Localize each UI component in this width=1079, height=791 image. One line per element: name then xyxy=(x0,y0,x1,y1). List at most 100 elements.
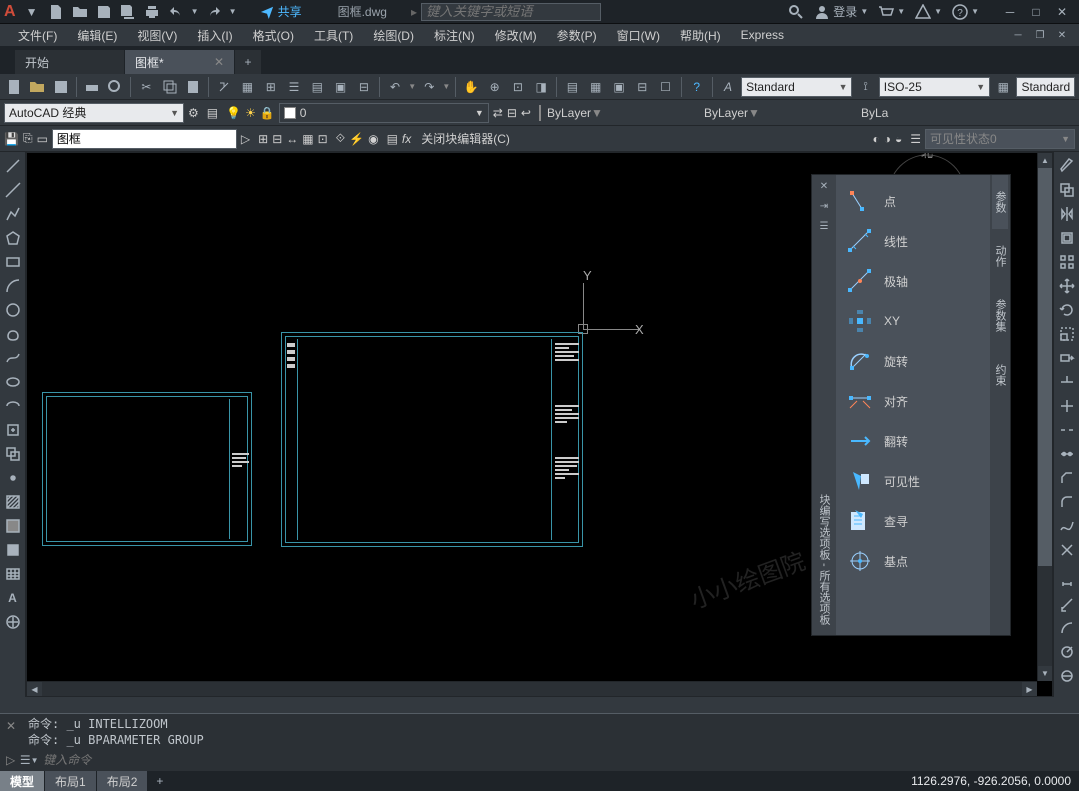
palette-tab-paramset[interactable]: 参数集 xyxy=(992,283,1008,348)
textstyle-combo[interactable]: Standard▼ xyxy=(741,77,852,97)
undo-icon[interactable] xyxy=(166,2,186,22)
menu-window[interactable]: 窗口(W) xyxy=(607,24,670,46)
mtext-icon[interactable]: A xyxy=(2,587,24,609)
layerprev-icon[interactable]: ↩ xyxy=(521,106,531,120)
toolpalette-icon[interactable]: ☰ xyxy=(284,76,304,98)
textstyle-icon[interactable]: A xyxy=(718,76,738,98)
search-icon[interactable] xyxy=(788,4,804,20)
menu-draw[interactable]: 绘图(D) xyxy=(363,24,424,46)
dim1-icon[interactable] xyxy=(1056,569,1078,591)
copy-icon[interactable] xyxy=(160,76,180,98)
open-file-icon[interactable] xyxy=(70,2,90,22)
erase-icon[interactable] xyxy=(1056,155,1078,177)
command-input[interactable] xyxy=(43,753,1073,767)
layerfreeze-icon[interactable]: ☀ xyxy=(245,106,256,120)
layerprop-icon[interactable]: ▤ xyxy=(207,106,218,120)
menu-express[interactable]: Express xyxy=(731,24,794,46)
designcenter-icon[interactable]: ⊞ xyxy=(261,76,281,98)
tab-layout1[interactable]: 布局1 xyxy=(45,771,96,791)
undo2-icon[interactable]: ↶ xyxy=(385,76,405,98)
revcloud-icon[interactable] xyxy=(2,323,24,345)
open-icon[interactable] xyxy=(27,76,47,98)
dim3-icon[interactable] xyxy=(1056,617,1078,639)
horizontal-scrollbar[interactable]: ◀▶ xyxy=(27,681,1037,696)
sheetset-icon[interactable]: ▤ xyxy=(307,76,327,98)
rotate-icon[interactable] xyxy=(1056,299,1078,321)
block-close-button[interactable]: 关闭块编辑器(C) xyxy=(415,130,516,147)
palette-tab-constraint[interactable]: 约束 xyxy=(992,348,1008,402)
saveas-icon[interactable] xyxy=(118,2,138,22)
menu-tools[interactable]: 工具(T) xyxy=(304,24,363,46)
layeron-icon[interactable]: 💡 xyxy=(226,106,241,120)
tablestyle-icon[interactable]: ▦ xyxy=(993,76,1013,98)
palette-menu-icon[interactable]: ☰ xyxy=(817,219,831,233)
dimstyle-combo[interactable]: ISO-25▼ xyxy=(879,77,990,97)
palette-item-visibility[interactable]: 可见性 xyxy=(840,461,986,501)
lineweight-combo[interactable]: ByLa xyxy=(857,106,917,120)
join-icon[interactable] xyxy=(1056,443,1078,465)
add-layout-button[interactable]: + xyxy=(148,774,171,788)
menu-help[interactable]: 帮助(H) xyxy=(670,24,731,46)
help-icon[interactable]: ?▼ xyxy=(952,4,979,20)
extend-icon[interactable] xyxy=(1056,395,1078,417)
help-search-input[interactable] xyxy=(421,3,601,21)
insert-icon[interactable] xyxy=(2,419,24,441)
menu-file[interactable]: 文件(F) xyxy=(8,24,67,46)
bmove-icon[interactable]: ↔ xyxy=(286,132,298,146)
cmdhist-close-icon[interactable]: ✕ xyxy=(6,718,16,734)
properties-icon[interactable]: ▤ xyxy=(562,76,582,98)
fillet-icon[interactable] xyxy=(1056,491,1078,513)
palette-close-icon[interactable]: ✕ xyxy=(817,179,831,193)
xline-icon[interactable] xyxy=(2,179,24,201)
sheet-icon[interactable]: ▦ xyxy=(586,76,606,98)
qat-menu-icon[interactable]: ▼ xyxy=(22,2,42,22)
redo2-icon[interactable]: ↷ xyxy=(419,76,439,98)
offset-icon[interactable] xyxy=(1056,227,1078,249)
menu-edit[interactable]: 编辑(E) xyxy=(67,24,127,46)
new-tab-button[interactable]: + xyxy=(235,50,261,74)
match-icon[interactable] xyxy=(214,76,234,98)
battr-icon[interactable]: ▦ xyxy=(302,132,313,146)
visibility-combo[interactable]: 可见性状态0▼ xyxy=(925,129,1075,149)
btest-icon[interactable]: ▷ xyxy=(241,132,250,146)
save-icon[interactable] xyxy=(94,2,114,22)
dim5-icon[interactable] xyxy=(1056,665,1078,687)
palette-item-point[interactable]: 点 xyxy=(840,181,986,221)
point-icon[interactable] xyxy=(2,467,24,489)
tab-model[interactable]: 模型 xyxy=(0,771,44,791)
palette-item-rotate[interactable]: 旋转 xyxy=(840,341,986,381)
layermatch-icon[interactable]: ⇄ xyxy=(493,106,503,120)
bvis3-icon[interactable]: ◒ xyxy=(895,132,902,146)
layer-combo[interactable]: 0 ▼ xyxy=(279,103,489,123)
line-icon[interactable] xyxy=(2,155,24,177)
bvis-icon[interactable]: ◉ xyxy=(368,132,378,146)
polygon-icon[interactable] xyxy=(2,227,24,249)
menu-view[interactable]: 视图(V) xyxy=(127,24,187,46)
autodesk-icon[interactable]: ▼ xyxy=(915,4,942,20)
blend-icon[interactable] xyxy=(1056,515,1078,537)
trim-icon[interactable] xyxy=(1056,371,1078,393)
rectangle-icon[interactable] xyxy=(2,251,24,273)
calc-icon[interactable]: ⊟ xyxy=(354,76,374,98)
addselected-icon[interactable] xyxy=(2,611,24,633)
pan-icon[interactable]: ✋ xyxy=(461,76,481,98)
workspace-combo[interactable]: AutoCAD 经典 ▼ xyxy=(4,103,184,123)
cmd-menu-icon[interactable]: ☰▼ xyxy=(21,752,37,768)
bvis1-icon[interactable]: ◐ xyxy=(872,132,879,146)
clean-icon[interactable]: ☐ xyxy=(655,76,675,98)
bsaveas-icon[interactable]: ⎘ xyxy=(23,131,33,146)
dim4-icon[interactable] xyxy=(1056,641,1078,663)
circle-icon[interactable] xyxy=(2,299,24,321)
layerstate-icon[interactable]: ⊟ xyxy=(632,76,652,98)
menu-param[interactable]: 参数(P) xyxy=(547,24,607,46)
arc-icon[interactable] xyxy=(2,275,24,297)
bconstr-icon[interactable]: ▤ xyxy=(387,132,398,146)
ellipsearc-icon[interactable] xyxy=(2,395,24,417)
cart-icon[interactable]: ▼ xyxy=(878,4,905,20)
ellipse-icon[interactable] xyxy=(2,371,24,393)
paste-icon[interactable] xyxy=(183,76,203,98)
baction-icon[interactable]: ⚡ xyxy=(349,132,364,146)
menu-format[interactable]: 格式(O) xyxy=(243,24,304,46)
share-button[interactable]: 共享 xyxy=(260,3,302,20)
mdi-restore-button[interactable]: ❐ xyxy=(1031,27,1049,43)
